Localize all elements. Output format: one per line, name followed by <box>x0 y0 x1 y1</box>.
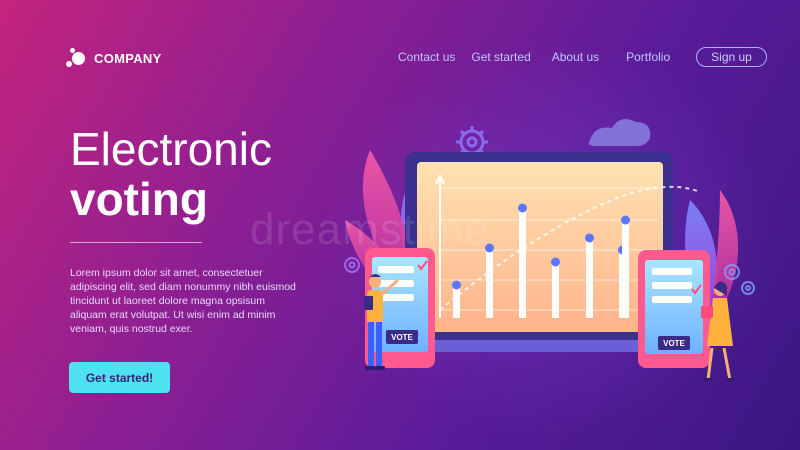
gear-icon <box>344 257 360 273</box>
cloud-shape <box>588 119 651 146</box>
nav-get-started[interactable]: Get started <box>471 50 530 64</box>
nav-contact-us[interactable]: Contact us <box>398 50 455 64</box>
ballot-line <box>652 296 692 303</box>
ballot-line <box>652 268 692 275</box>
hero-title-line2: voting <box>70 173 208 225</box>
nav-about-us[interactable]: About us <box>552 50 599 64</box>
hero-title-line1: Electronic <box>70 123 272 175</box>
logo-text: COMPANY <box>94 50 162 66</box>
left-vote-label: VOTE <box>391 333 413 342</box>
right-vote-label: VOTE <box>663 339 685 348</box>
chart-bar <box>586 238 593 318</box>
hero-description: Lorem ipsum dolor sit amet, consectetuer… <box>70 267 296 335</box>
top-nav: Contact us Get started About us Portfoli… <box>398 47 767 67</box>
ballot-line <box>652 282 692 289</box>
chart-bar <box>486 248 493 318</box>
signup-button[interactable]: Sign up <box>696 47 767 67</box>
chart-point <box>452 280 461 290</box>
logo-bubbles-icon <box>66 48 86 68</box>
chart-bar <box>453 286 460 318</box>
chart-point <box>518 203 527 213</box>
gear-icon <box>741 281 755 295</box>
chart-point <box>551 257 560 267</box>
chart-bar <box>519 208 526 318</box>
company-logo[interactable]: COMPANY <box>66 48 162 68</box>
watermark-text: dreamstime <box>250 205 490 254</box>
get-started-button[interactable]: Get started! <box>69 362 170 393</box>
electronic-voting-illustration: VOTE VOTE <box>344 119 755 381</box>
chart-point <box>585 233 594 243</box>
hero-divider <box>70 242 202 243</box>
chart-bar <box>622 220 629 318</box>
chart-point <box>621 215 630 225</box>
ballot-line <box>378 266 414 273</box>
ballot-line <box>378 294 414 301</box>
nav-portfolio[interactable]: Portfolio <box>626 50 670 64</box>
hero-title: Electronic voting <box>70 124 272 224</box>
chart-bar <box>552 262 559 318</box>
